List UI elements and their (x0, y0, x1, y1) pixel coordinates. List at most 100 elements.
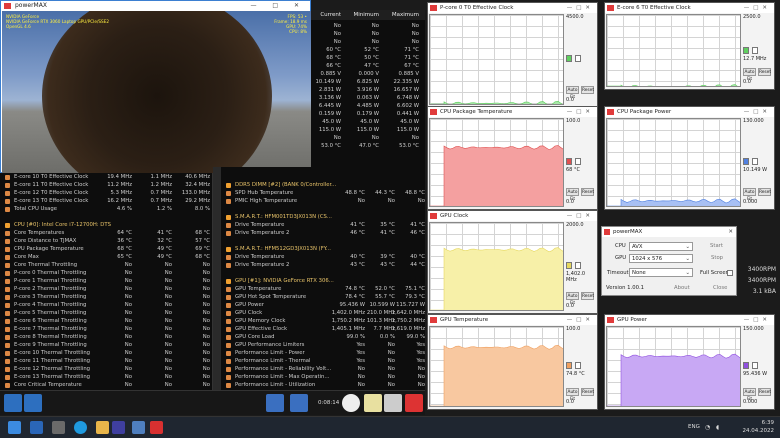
auto-fit-button[interactable]: Auto Fit (743, 68, 756, 82)
scrollbar-left[interactable] (213, 167, 221, 390)
series-color-swatch[interactable] (566, 262, 572, 270)
reset-button[interactable]: Reset (581, 188, 594, 196)
window-controls[interactable]: —□✕ (567, 211, 594, 221)
section-header[interactable]: CPU [#0]: Intel Core i7-12700H: DTS (0, 221, 212, 229)
sensor-row[interactable]: Drive Temperature 41 °C 35 °C 41 °C (221, 221, 425, 229)
sensor-row[interactable]: SPD Hub Temperature 48.8 °C 44.3 °C 48.8 °C (221, 189, 425, 197)
clock[interactable]: 6:39 24.04.2022 (740, 419, 775, 435)
sensor-row[interactable]: E-core 6 Thermal Throttling No No No (0, 317, 212, 325)
powermax-game-window[interactable]: powerMAX — □ ✕ NVIDIA GeForce NVIDIA GeFo… (0, 0, 311, 173)
timeout-select[interactable]: None ⌄ (629, 268, 693, 277)
sensor-row[interactable]: Core Distance to TJMAX 36 °C 32 °C 57 °C (0, 237, 212, 245)
graph-cpu-package-temp[interactable]: CPU Package Temperature —□✕ 100.0 68 °C Auto… (427, 106, 598, 210)
graph-titlebar[interactable]: CPU Package Temperature —□✕ (428, 107, 597, 117)
sensor-row[interactable]: E-core 11 Thermal Throttling No No No (0, 357, 212, 365)
dialog-close-icon[interactable]: ✕ (728, 227, 733, 237)
sensor-row[interactable]: E-core 9 Thermal Throttling No No No (0, 341, 212, 349)
window-controls[interactable]: —□✕ (744, 315, 771, 325)
graph-gpu-clock[interactable]: GPU Clock —□✕ 2000.0 1,402.0 MHz Auto Fit Res… (427, 210, 598, 314)
auto-fit-button[interactable]: Auto Fit (743, 388, 756, 402)
window-controls[interactable]: — □ ✕ (250, 1, 306, 11)
auto-fit-button[interactable]: Auto Fit (743, 188, 756, 202)
series-color-swatch[interactable] (566, 158, 572, 166)
sensor-row[interactable]: E-core 12 Thermal Throttling No No No (0, 365, 212, 373)
sensor-row[interactable]: P-core 4 Thermal Throttling No No No (0, 301, 212, 309)
sensor-list-right[interactable]: DDR5 DIMM [#2] (BANK 0/Controller... SPD … (221, 167, 425, 390)
background-color-swatch[interactable] (575, 158, 581, 166)
network-tray-icon[interactable]: ◔ (705, 424, 710, 431)
sensor-row[interactable]: P-core 0 Thermal Throttling No No No (0, 269, 212, 277)
sensor-row[interactable]: Drive Temperature 40 °C 39 °C 40 °C (221, 253, 425, 261)
dialog-titlebar[interactable]: powerMAX ✕ (602, 227, 736, 237)
sensor-row[interactable]: Performance Limit - Thermal Yes No Yes (221, 357, 425, 365)
sensor-row[interactable]: GPU Performance Limiters Yes No Yes (221, 341, 425, 349)
table-row[interactable]: 0.885 V 0.000 V 0.885 V (311, 70, 425, 78)
series-color-swatch[interactable] (743, 158, 749, 166)
background-color-swatch[interactable] (575, 262, 581, 270)
series-color-swatch[interactable] (566, 54, 572, 62)
sensor-row[interactable]: GPU Memory Clock 1,750.2 MHz 101.3 MHz 1,75… (221, 317, 425, 325)
sensor-row[interactable]: Performance Limit - Utilization No No No (221, 381, 425, 389)
task-view-icon[interactable] (52, 421, 65, 434)
sensor-row[interactable]: GPU Temperature 74.8 °C 52.0 °C 75.1 °C (221, 285, 425, 293)
sensor-row[interactable]: E-core 13 T0 Effective Clock 16.2 MHz 0.7 … (0, 197, 212, 205)
table-row[interactable]: 2.831 W 3.916 W 16.657 W (311, 86, 425, 94)
language-indicator[interactable]: ENG (688, 424, 700, 430)
auto-fit-button[interactable]: Auto Fit (566, 388, 579, 402)
graph-pcore0-clock[interactable]: P-core 0 T0 Effective Clock —□✕ 4500.0 Auto… (427, 2, 598, 108)
fullscreen-checkbox[interactable] (727, 270, 733, 276)
graph-cpu-package-power[interactable]: CPU Package Power —□✕ 130.000 10.149 W Auto … (604, 106, 775, 210)
close-button[interactable]: Close (713, 285, 727, 291)
table-row[interactable]: 6.445 W 4.485 W 6.602 W (311, 102, 425, 110)
windows-start-icon[interactable] (8, 421, 21, 434)
sensor-row[interactable]: Performance Limit - Power Yes No Yes (221, 349, 425, 357)
sensor-row[interactable]: P-core 5 Thermal Throttling No No No (0, 309, 212, 317)
sensor-row[interactable]: GPU Clock 1,402.0 MHz 210.0 MHz 1,642.0 MHz (221, 309, 425, 317)
window-controls[interactable]: —□✕ (567, 315, 594, 325)
window-controls[interactable]: —□✕ (744, 3, 771, 13)
auto-fit-button[interactable]: Auto Fit (566, 86, 579, 100)
section-header[interactable]: GPU [#1]: NVIDIA GeForce RTX 306... (221, 277, 425, 285)
graph-titlebar[interactable]: GPU Clock —□✕ (428, 211, 597, 221)
stop-button[interactable]: Stop (711, 255, 723, 261)
background-color-swatch[interactable] (752, 362, 758, 370)
sensor-row[interactable]: Core Thermal Throttling No No No (0, 261, 212, 269)
sensor-row[interactable]: P-core 2 Thermal Throttling No No No (0, 285, 212, 293)
sensor-row[interactable]: Performance Limit - Max Operatin... No No N… (221, 373, 425, 381)
col-minimum[interactable]: Minimum (349, 10, 380, 20)
about-button[interactable]: About (674, 285, 690, 291)
sensor-row[interactable]: PMIC High Temperature No No No (221, 197, 425, 205)
auto-fit-button[interactable]: Auto Fit (566, 292, 579, 306)
gpu-select[interactable]: 1024 x 576 ⌄ (629, 254, 693, 263)
powermax-dialog[interactable]: powerMAX ✕ CPU AVX ⌄ Start GPU 1024 x 576… (601, 226, 737, 296)
file-explorer-icon[interactable] (96, 421, 109, 434)
search-icon[interactable] (30, 421, 43, 434)
sensor-row[interactable]: GPU Effective Clock 1,405.1 MHz 7.7 MHz 1,6… (221, 325, 425, 333)
network-icon[interactable] (266, 394, 284, 412)
sensor-row[interactable]: E-core 13 Thermal Throttling No No No (0, 373, 212, 381)
edge-browser-icon[interactable] (74, 421, 87, 434)
sensor-row[interactable]: E-core 10 Thermal Throttling No No No (0, 349, 212, 357)
sensor-row[interactable]: Total CPU Usage 4.6 % 1.2 % 8.0 % (0, 205, 212, 213)
table-row[interactable]: 115.0 W 115.0 W 115.0 W (311, 126, 425, 134)
reset-button[interactable]: Reset (758, 188, 771, 196)
table-row[interactable]: 53.0 °C 47.0 °C 53.0 °C (311, 142, 425, 150)
sensor-row[interactable]: CPU Package Temperature 68 °C 49 °C 69 °C (0, 245, 212, 253)
reset-button[interactable]: Reset (581, 292, 594, 300)
graph-ecore6-clock[interactable]: E-core 6 T0 Effective Clock —□✕ 2500.0 12.7… (604, 2, 775, 90)
table-row[interactable]: No No No (311, 22, 425, 30)
sensor-row[interactable]: E-core 12 T0 Effective Clock 5.3 MHz 0.7 M… (0, 189, 212, 197)
table-row[interactable]: 0.159 W 0.179 W 0.441 W (311, 110, 425, 118)
background-color-swatch[interactable] (575, 54, 581, 62)
sensor-row[interactable]: GPU Power 95.436 W 10.599 W 115.727 W (221, 301, 425, 309)
nav-back-icon[interactable] (4, 394, 22, 412)
sensor-row[interactable]: Drive Temperature 2 46 °C 41 °C 46 °C (221, 229, 425, 237)
table-row[interactable]: 68 °C 50 °C 71 °C (311, 54, 425, 62)
switch-icon[interactable] (290, 394, 308, 412)
reset-button[interactable]: Reset (581, 388, 594, 396)
table-row[interactable]: 66 °C 47 °C 67 °C (311, 62, 425, 70)
start-button[interactable]: Start (710, 243, 723, 249)
col-maximum[interactable]: Maximum (389, 10, 419, 20)
sensor-row[interactable]: GPU Hot Spot Temperature 78.4 °C 55.7 °C 79… (221, 293, 425, 301)
sensor-row[interactable]: Drive Temperature 2 43 °C 43 °C 44 °C (221, 261, 425, 269)
